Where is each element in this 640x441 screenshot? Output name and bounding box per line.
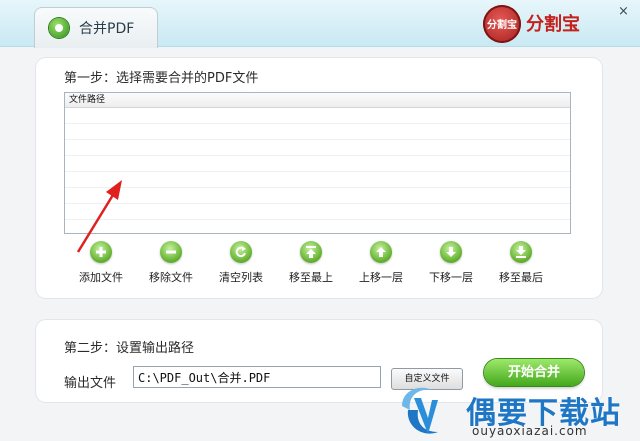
watermark-logo-icon [402,387,438,434]
brand-logo: 分割宝 [483,5,521,43]
move-down-label: 下移一层 [429,271,473,284]
merge-app-icon [49,18,69,38]
move-bottom-label: 移至最后 [499,271,543,284]
step2-title: 第二步：设置输出路径 [64,341,195,356]
close-button[interactable]: × [618,4,629,19]
toolbar: 添加文件 移除文件 清空列表 移至最上 上移一层 下移一层 移至最后 [62,241,582,291]
title-bar: 合并PDF 分割宝 分割宝 × [0,0,640,48]
watermark-url: ouyaoxiazai.com [472,424,588,438]
file-list[interactable]: 文件路径 [64,92,571,234]
move-bottom-icon [510,241,532,263]
move-up-button[interactable]: 上移一层 [346,241,416,285]
start-merge-button[interactable]: 开始合并 [484,359,584,386]
remove-file-button[interactable]: 移除文件 [136,241,206,285]
output-path-input[interactable] [133,366,381,388]
output-file-label: 输出文件 [64,376,117,391]
file-list-body[interactable] [65,108,570,233]
arrow-up-icon [370,241,392,263]
plus-icon [90,241,112,263]
move-top-button[interactable]: 移至最上 [276,241,346,285]
minus-icon [160,241,182,263]
file-list-header-path[interactable]: 文件路径 [65,93,570,108]
tab-label: 合并PDF [79,21,135,37]
move-up-label: 上移一层 [359,271,403,284]
move-top-label: 移至最上 [289,271,333,284]
brand-logo-text: 分割宝 [487,20,517,31]
clear-list-button[interactable]: 清空列表 [206,241,276,285]
refresh-icon [230,241,252,263]
add-file-label: 添加文件 [79,271,123,284]
move-bottom-button[interactable]: 移至最后 [486,241,556,285]
add-file-button[interactable]: 添加文件 [66,241,136,285]
tab-merge-pdf[interactable]: 合并PDF [34,7,158,48]
step1-panel: 第一步：选择需要合并的PDF文件 文件路径 添加文件 移除文件 清空列表 移至最… [36,58,602,298]
move-top-icon [300,241,322,263]
remove-file-label: 移除文件 [149,271,193,284]
clear-list-label: 清空列表 [219,271,263,284]
arrow-down-icon [440,241,462,263]
move-down-button[interactable]: 下移一层 [416,241,486,285]
brand-name: 分割宝 [526,14,580,35]
step1-title: 第一步：选择需要合并的PDF文件 [64,71,259,86]
